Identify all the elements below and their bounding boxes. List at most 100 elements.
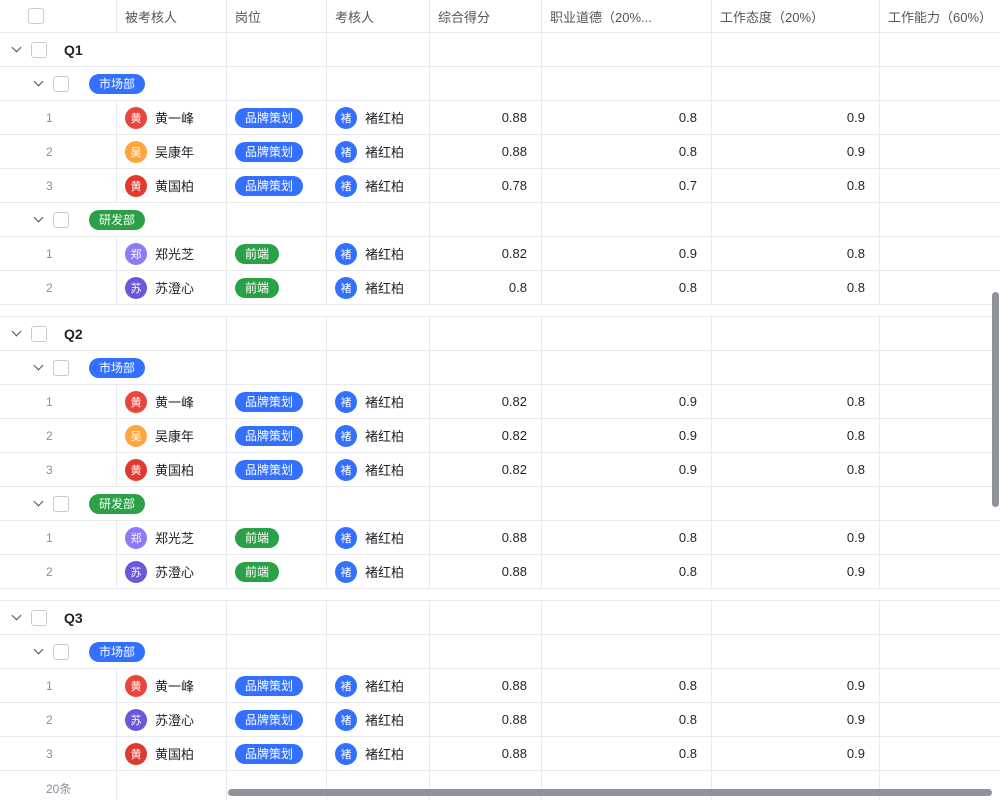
ethics-cell[interactable]: 0.7 (542, 169, 712, 202)
column-header-assessor[interactable]: 考核人 (327, 0, 430, 32)
chevron-down-icon[interactable] (10, 43, 23, 56)
ability-cell[interactable] (880, 135, 1000, 168)
chevron-down-icon[interactable] (10, 611, 23, 624)
position-cell[interactable]: 品牌策划 (227, 737, 327, 770)
attitude-cell[interactable]: 0.8 (712, 385, 880, 418)
chevron-down-icon[interactable] (32, 645, 45, 658)
score-cell[interactable]: 0.88 (430, 101, 542, 134)
row-index-cell[interactable]: 3 (0, 169, 117, 202)
row-index-cell[interactable]: 1 (0, 237, 117, 270)
assessor-cell[interactable]: 褚褚红柏 (327, 521, 430, 554)
column-header-ability[interactable]: 工作能力（60%） (880, 0, 1000, 32)
person-cell[interactable]: 郑郑光芝 (117, 237, 227, 270)
position-cell[interactable]: 前端 (227, 237, 327, 270)
attitude-cell[interactable]: 0.8 (712, 237, 880, 270)
assessor-cell[interactable]: 褚褚红柏 (327, 703, 430, 736)
ability-cell[interactable] (880, 703, 1000, 736)
score-cell[interactable]: 0.88 (430, 737, 542, 770)
assessor-cell[interactable]: 褚褚红柏 (327, 669, 430, 702)
position-cell[interactable]: 品牌策划 (227, 419, 327, 452)
ability-cell[interactable] (880, 555, 1000, 588)
score-cell[interactable]: 0.88 (430, 669, 542, 702)
vertical-scrollbar[interactable] (992, 292, 999, 507)
chevron-down-icon[interactable] (32, 213, 45, 226)
person-cell[interactable]: 黄黄一峰 (117, 385, 227, 418)
row-index-cell[interactable]: 3 (0, 453, 117, 486)
position-cell[interactable]: 品牌策划 (227, 101, 327, 134)
chevron-down-icon[interactable] (32, 77, 45, 90)
position-cell[interactable]: 前端 (227, 271, 327, 304)
row-index-cell[interactable]: 1 (0, 385, 117, 418)
row-index-cell[interactable]: 1 (0, 669, 117, 702)
attitude-cell[interactable]: 0.9 (712, 737, 880, 770)
ability-cell[interactable] (880, 385, 1000, 418)
person-cell[interactable]: 黄黄一峰 (117, 669, 227, 702)
assessor-cell[interactable]: 褚褚红柏 (327, 385, 430, 418)
assessor-cell[interactable]: 褚褚红柏 (327, 237, 430, 270)
person-cell[interactable]: 黄黄国柏 (117, 453, 227, 486)
column-header-ethics[interactable]: 职业道德（20%... (542, 0, 712, 32)
ethics-cell[interactable]: 0.8 (542, 555, 712, 588)
horizontal-scrollbar[interactable] (228, 789, 992, 796)
attitude-cell[interactable]: 0.8 (712, 453, 880, 486)
department-checkbox[interactable] (53, 360, 69, 376)
ethics-cell[interactable]: 0.9 (542, 385, 712, 418)
row-index-cell[interactable]: 2 (0, 419, 117, 452)
attitude-cell[interactable]: 0.8 (712, 271, 880, 304)
score-cell[interactable]: 0.82 (430, 237, 542, 270)
ability-cell[interactable] (880, 669, 1000, 702)
person-cell[interactable]: 黄黄国柏 (117, 737, 227, 770)
assessor-cell[interactable]: 褚褚红柏 (327, 101, 430, 134)
row-index-cell[interactable]: 2 (0, 555, 117, 588)
score-cell[interactable]: 0.82 (430, 453, 542, 486)
ability-cell[interactable] (880, 271, 1000, 304)
chevron-down-icon[interactable] (10, 327, 23, 340)
attitude-cell[interactable]: 0.9 (712, 101, 880, 134)
ability-cell[interactable] (880, 453, 1000, 486)
ethics-cell[interactable]: 0.8 (542, 135, 712, 168)
ethics-cell[interactable]: 0.8 (542, 271, 712, 304)
person-cell[interactable]: 黄黄国柏 (117, 169, 227, 202)
attitude-cell[interactable]: 0.9 (712, 703, 880, 736)
row-index-cell[interactable]: 2 (0, 271, 117, 304)
ability-cell[interactable] (880, 169, 1000, 202)
assessor-cell[interactable]: 褚褚红柏 (327, 271, 430, 304)
position-cell[interactable]: 品牌策划 (227, 169, 327, 202)
row-index-cell[interactable]: 2 (0, 703, 117, 736)
person-cell[interactable]: 吴吴康年 (117, 135, 227, 168)
assessor-cell[interactable]: 褚褚红柏 (327, 135, 430, 168)
assessor-cell[interactable]: 褚褚红柏 (327, 419, 430, 452)
attitude-cell[interactable]: 0.9 (712, 135, 880, 168)
ethics-cell[interactable]: 0.8 (542, 521, 712, 554)
chevron-down-icon[interactable] (32, 497, 45, 510)
quarter-checkbox[interactable] (31, 326, 47, 342)
department-checkbox[interactable] (53, 76, 69, 92)
position-cell[interactable]: 品牌策划 (227, 453, 327, 486)
position-cell[interactable]: 品牌策划 (227, 135, 327, 168)
score-cell[interactable]: 0.82 (430, 419, 542, 452)
assessor-cell[interactable]: 褚褚红柏 (327, 555, 430, 588)
position-cell[interactable]: 品牌策划 (227, 669, 327, 702)
ability-cell[interactable] (880, 419, 1000, 452)
row-index-cell[interactable]: 2 (0, 135, 117, 168)
person-cell[interactable]: 苏苏澄心 (117, 271, 227, 304)
ability-cell[interactable] (880, 521, 1000, 554)
score-cell[interactable]: 0.88 (430, 555, 542, 588)
ethics-cell[interactable]: 0.8 (542, 669, 712, 702)
ethics-cell[interactable]: 0.9 (542, 453, 712, 486)
attitude-cell[interactable]: 0.8 (712, 169, 880, 202)
score-cell[interactable]: 0.78 (430, 169, 542, 202)
column-header-attitude[interactable]: 工作态度（20%） (712, 0, 880, 32)
chevron-down-icon[interactable] (32, 361, 45, 374)
column-header-score[interactable]: 综合得分 (430, 0, 542, 32)
assessor-cell[interactable]: 褚褚红柏 (327, 737, 430, 770)
attitude-cell[interactable]: 0.8 (712, 419, 880, 452)
score-cell[interactable]: 0.8 (430, 271, 542, 304)
ethics-cell[interactable]: 0.8 (542, 737, 712, 770)
column-header-position[interactable]: 岗位 (227, 0, 327, 32)
person-cell[interactable]: 郑郑光芝 (117, 521, 227, 554)
position-cell[interactable]: 品牌策划 (227, 703, 327, 736)
row-index-cell[interactable]: 1 (0, 521, 117, 554)
ability-cell[interactable] (880, 737, 1000, 770)
assessor-cell[interactable]: 褚褚红柏 (327, 453, 430, 486)
